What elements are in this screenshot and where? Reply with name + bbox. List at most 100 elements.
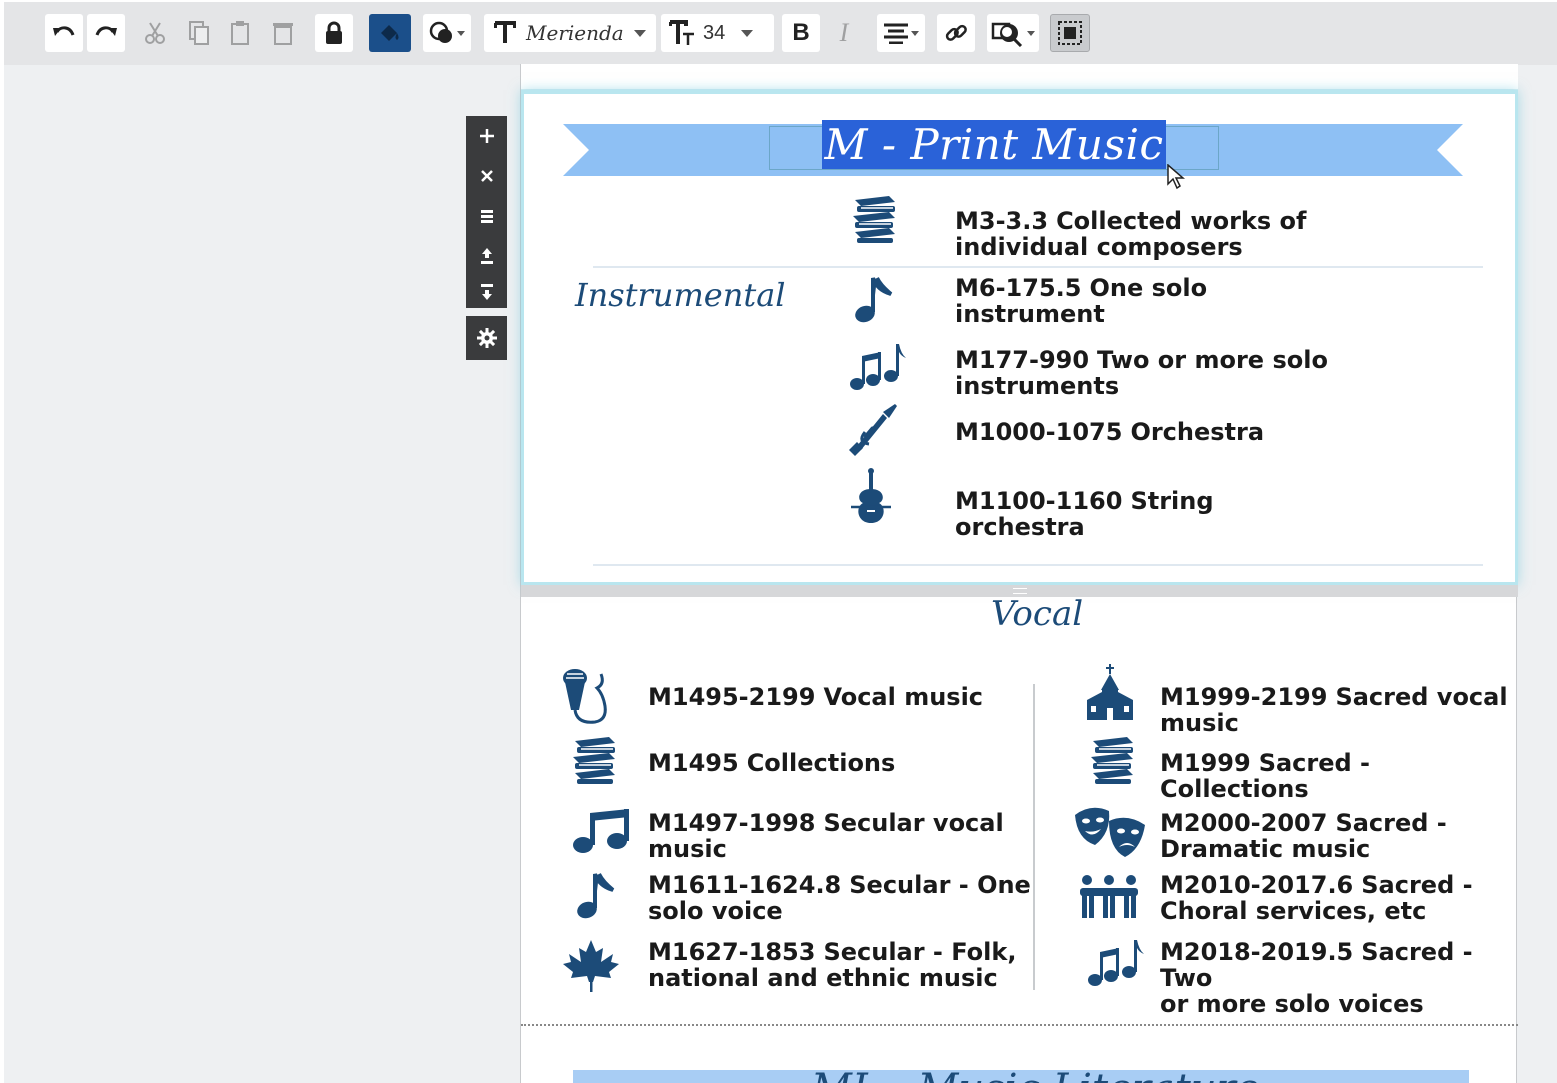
font-size-select[interactable]: 34 <box>661 14 774 52</box>
eighth-note-icon[interactable] <box>851 274 895 324</box>
font-size-caret-icon <box>741 29 754 37</box>
classification-label-line2: solo voice <box>648 897 783 925</box>
microphone-icon[interactable] <box>561 666 621 726</box>
classification-label-line2: national and ethnic music <box>648 964 998 992</box>
mouse-cursor-icon <box>1167 164 1185 190</box>
classification-item[interactable]: M1999-2199 Sacred vocal music <box>1160 684 1508 736</box>
paste-button[interactable] <box>226 14 256 52</box>
classification-item[interactable]: M1497-1998 Secular vocal music <box>648 810 1004 862</box>
multiple-notes-icon[interactable] <box>849 342 907 394</box>
classification-item[interactable]: M177-990 Two or more solo instruments <box>955 347 1328 399</box>
align-center-icon <box>884 23 908 44</box>
classification-item[interactable]: M2010-2017.6 Sacred - Choral services, etc <box>1160 872 1473 924</box>
align-caret-icon <box>911 30 919 36</box>
font-family-select[interactable]: Merienda <box>484 14 656 52</box>
classification-item[interactable]: M1611-1624.8 Secular - One solo voice <box>648 872 1031 924</box>
shape-button[interactable] <box>423 14 471 52</box>
vocal-label: Vocal <box>991 594 1084 634</box>
classification-label-line2: individual composers <box>955 233 1243 261</box>
classification-item[interactable]: M6-175.5 One solo instrument <box>955 275 1207 327</box>
trumpet-icon[interactable] <box>847 402 899 458</box>
classification-item[interactable]: M1999 Sacred - Collections <box>1160 750 1516 802</box>
cut-button[interactable] <box>140 14 170 52</box>
shape-caret-icon <box>457 30 465 36</box>
beamed-notes-icon[interactable] <box>571 807 631 855</box>
shape-icon <box>429 21 452 43</box>
classification-label-line2: music <box>648 835 727 863</box>
copy-button[interactable] <box>184 14 214 52</box>
redo-button[interactable] <box>87 14 125 52</box>
section-layout-button[interactable] <box>466 196 507 236</box>
books-icon[interactable] <box>569 735 621 785</box>
classification-code: M2010-2017.6 <box>1160 871 1354 899</box>
theater-masks-icon[interactable] <box>1073 803 1147 861</box>
add-section-button[interactable] <box>466 116 507 156</box>
instrumental-divider-top <box>593 266 1483 268</box>
bold-label: B <box>792 19 810 46</box>
delete-icon <box>273 23 293 45</box>
frame-button[interactable] <box>1050 14 1090 52</box>
lock-button[interactable] <box>315 14 353 52</box>
document-page: M - Print Music Instrumental M3-3.3 Colle… <box>520 64 1518 1083</box>
classification-label: String <box>1130 487 1214 515</box>
move-up-icon <box>480 248 493 264</box>
church-icon[interactable] <box>1085 664 1135 722</box>
list-icon <box>480 210 493 223</box>
books-icon[interactable] <box>849 194 901 244</box>
vocal-column-divider <box>1033 684 1035 990</box>
image-effects-icon <box>991 22 1023 47</box>
page-title[interactable]: M - Print Music <box>769 120 1219 169</box>
delete-button[interactable] <box>268 14 298 52</box>
move-section-down-button[interactable] <box>466 276 507 308</box>
classification-code: M1497-1998 <box>648 809 816 837</box>
classification-label-line2: orchestra <box>955 513 1085 541</box>
multiple-notes-icon[interactable] <box>1087 938 1145 990</box>
violin-icon[interactable] <box>849 467 893 527</box>
classification-label: One solo <box>1089 274 1208 302</box>
classification-label-line2: Choral services, etc <box>1160 897 1427 925</box>
image-effects-button[interactable] <box>987 14 1039 52</box>
fill-color-button[interactable] <box>369 14 411 52</box>
choir-icon[interactable] <box>1077 874 1141 920</box>
classification-item[interactable]: M2000-2007 Sacred - Dramatic music <box>1160 810 1447 862</box>
link-button[interactable] <box>937 14 975 52</box>
classification-item[interactable]: M1100-1160 String orchestra <box>955 488 1214 540</box>
link-icon <box>945 24 967 41</box>
instrumental-label: Instrumental <box>575 276 786 314</box>
classification-item[interactable]: M3-3.3 Collected works of individual compo… <box>955 208 1306 260</box>
classification-label: Secular - Folk, <box>823 938 1017 966</box>
books-icon[interactable] <box>1087 735 1139 785</box>
selected-title-text: M - Print Music <box>822 120 1166 169</box>
classification-item[interactable]: M1495 Collections <box>648 750 895 776</box>
classification-item[interactable]: M1000-1075 Orchestra <box>955 419 1264 445</box>
editor-app: Merienda 34 B I M - Print Music Instrume… <box>4 2 1557 1083</box>
section-settings-button[interactable] <box>466 316 507 360</box>
font-family-value: Merienda <box>526 21 624 45</box>
align-button[interactable] <box>877 14 925 52</box>
section-toolbar <box>466 116 507 360</box>
classification-item[interactable]: M2018-2019.5 Sacred - Two or more solo voi… <box>1160 939 1516 1017</box>
classification-label: Vocal music <box>823 683 984 711</box>
classification-label: Sacred - <box>1361 871 1473 899</box>
move-section-up-button[interactable] <box>466 236 507 276</box>
lock-icon <box>326 21 342 44</box>
bold-button[interactable]: B <box>782 14 820 52</box>
remove-section-button[interactable] <box>466 156 507 196</box>
italic-button[interactable]: I <box>830 14 858 52</box>
classification-item[interactable]: M1495-2199 Vocal music <box>648 684 983 710</box>
redo-icon <box>95 26 117 36</box>
eighth-note-icon[interactable] <box>573 870 617 920</box>
fill-color-icon <box>381 25 399 41</box>
font-size-value: 34 <box>703 21 726 44</box>
undo-icon <box>53 26 75 36</box>
close-icon <box>480 170 493 182</box>
frame-icon <box>1058 21 1082 45</box>
classification-item[interactable]: M1627-1853 Secular - Folk, national and et… <box>648 939 1016 991</box>
maple-leaf-icon[interactable] <box>561 938 621 994</box>
classification-label: Sacred vocal <box>1335 683 1508 711</box>
classification-label-line2: or more solo voices <box>1160 990 1424 1018</box>
classification-label: Two or more solo <box>1097 346 1328 374</box>
undo-button[interactable] <box>45 14 83 52</box>
classification-code: M3-3.3 <box>955 207 1049 235</box>
classification-label: Secular - One <box>849 871 1031 899</box>
